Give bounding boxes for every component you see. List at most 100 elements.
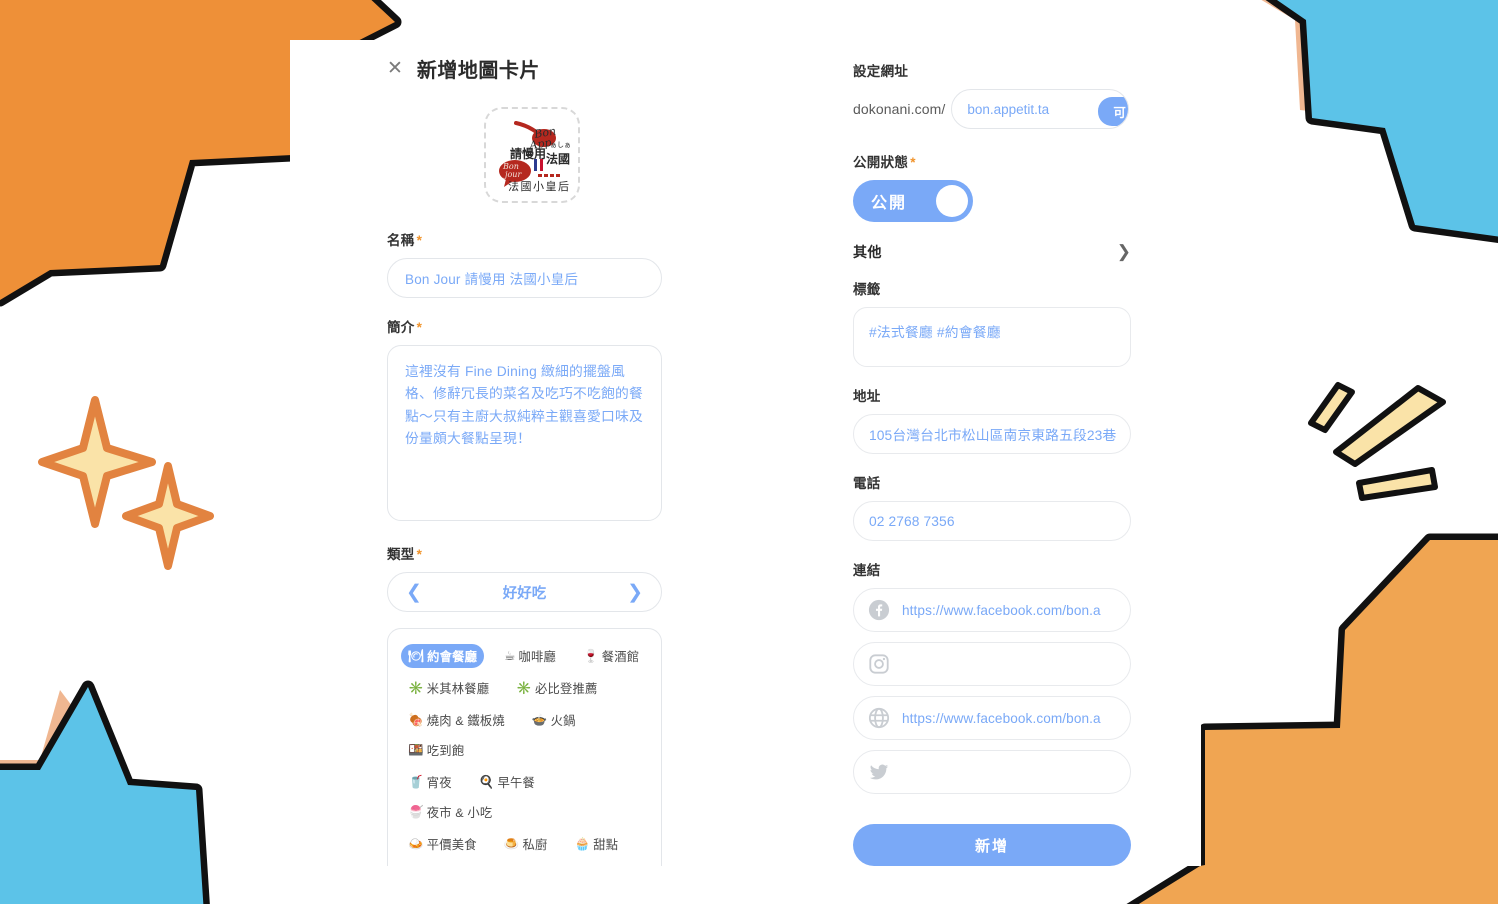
tag-emoji-icon: 🥤 [408,774,424,789]
tag-chip-必比登推薦[interactable]: ✳️ 必比登推薦 [509,676,604,700]
type-label-text: 類型 [387,547,415,562]
tag-chip-米其林餐廳[interactable]: ✳️ 米其林餐廳 [401,676,496,700]
url-prefix: dokonani.com/ [853,101,946,117]
tag-emoji-icon: ☕ [504,648,516,663]
tag-chip-手搖飲[interactable]: 🥤手搖飲 [401,864,471,866]
intro-label-text: 簡介 [387,320,415,335]
tag-chip-label: 約會餐廳 [427,650,478,664]
tag-emoji-icon: 🍮 [503,836,520,851]
toggle-knob [936,185,968,217]
tag-emoji-icon: 🧁 [574,836,591,851]
intro-textarea[interactable]: 這裡沒有 Fine Dining 緻細的擺盤風格、修辭冗長的菜名及吃巧不吃飽的餐… [387,345,662,521]
twitter-icon [868,761,890,783]
chevron-left-icon[interactable]: ❮ [406,583,422,602]
tag-row: 🥤 宵夜 🍳 早午餐 🍧 夜市 & 小吃 [401,766,648,828]
website-link-value: https://www.facebook.com/bon.a [902,710,1101,726]
tag-emoji-icon: 🍳 [478,774,495,789]
tag-row: 🍽 約會餐廳 ☕ 咖啡廳 🍷 餐酒館 [401,640,648,672]
svg-text:法國小皇后: 法國小皇后 [508,179,571,193]
tag-emoji-icon: ✳️ [408,680,424,695]
intro-textarea-value: 這裡沒有 Fine Dining 緻細的擺盤風格、修辭冗長的菜名及吃巧不吃飽的餐… [405,364,643,447]
svg-text:法國: 法國 [546,151,570,166]
tag-chip-平價美食[interactable]: 🍛 平價美食 [401,832,484,856]
chevron-right-icon[interactable]: ❯ [1117,242,1131,262]
tag-emoji-icon: 🍱 [408,742,424,757]
tag-chip-吃到飽[interactable]: 🍱 吃到飽 [401,738,471,762]
intro-field-label: 簡介 * [387,316,677,336]
type-stepper[interactable]: ❮ 好好吃 ❯ [387,572,662,612]
url-slug-input[interactable]: bon.appetit.ta 可用 [951,89,1130,129]
tag-chip-宵夜[interactable]: 🥤 宵夜 [401,770,459,794]
svg-text:jour: jour [503,170,522,179]
dialog-left-column: ✕ 新增地圖卡片 Bon App ぁしぁ 請慢用 法國 Bon jour 法國小… [387,40,677,866]
tag-chip-甜點[interactable]: 🧁 甜點 [568,832,626,856]
visibility-toggle[interactable]: 公開 [853,180,973,222]
tag-groups: 🍽 約會餐廳 ☕ 咖啡廳 🍷 餐酒館 ✳️ 米其林餐廳 ✳️ 必比登推薦 🍖 燒肉 & 鐵板燒 🍲 火鍋 🍱… [401,640,648,866]
name-label-text: 名稱 [387,233,415,248]
visibility-field-label: 公開狀態 * [853,151,1148,171]
tag-chip-餐酒館[interactable]: 🍷 餐酒館 [576,644,646,668]
other-section-label: 其他 [853,244,882,260]
tag-chip-label: 甜點 [593,838,619,852]
instagram-icon [868,653,890,675]
tag-chip-label: 吃到飽 [426,744,465,758]
tag-emoji-icon: 🍽 [408,648,425,663]
url-field-label: 設定網址 [853,64,909,79]
tag-chip-早午餐[interactable]: 🍳 早午餐 [472,770,542,794]
dialog-header: ✕ 新增地圖卡片 [387,54,677,83]
submit-button[interactable]: 新增 [853,824,1131,866]
tag-chip-label: 必比登推薦 [535,682,598,696]
tag-row: 🍛 平價美食 🍮 私廚 🧁 甜點 [401,828,648,860]
instagram-link-input[interactable] [853,642,1131,686]
phone-field-label: 電話 [853,476,881,491]
sparkle-large-icon [38,396,156,528]
address-field-label: 地址 [853,389,881,404]
globe-icon [868,707,890,729]
name-input[interactable]: Bon Jour 請慢用 法國小皇后 [387,258,662,298]
tags-field-label: 標籤 [853,282,881,297]
phone-value: 02 2768 7356 [869,513,955,529]
tag-chip-約會餐廳[interactable]: 🍽 約會餐廳 [401,644,485,668]
url-available-badge: 可用 [1098,97,1129,126]
tag-row: 🍖 燒肉 & 鐵板燒 🍲 火鍋 🍱 吃到飽 [401,704,648,766]
close-icon[interactable]: ✕ [387,59,403,78]
tag-chip-咖啡廳[interactable]: ☕ 咖啡廳 [497,644,563,668]
motion-dash-1 [1308,382,1355,433]
tag-chip-火鍋[interactable]: 🍲 火鍋 [525,708,583,732]
tag-emoji-icon: 🍧 [408,804,424,819]
dialog-title: 新增地圖卡片 [416,60,540,82]
svg-text:ぁしぁ: ぁしぁ [550,141,571,149]
tag-chip-夜市 & 小吃[interactable]: 🍧 夜市 & 小吃 [401,800,499,824]
type-field-label: 類型 * [387,543,677,563]
deco-blue-top-right-fill [1277,0,1498,237]
twitter-link-input[interactable] [853,750,1131,794]
tag-chip-label: 私廚 [522,838,548,852]
visibility-toggle-label: 公開 [871,195,908,212]
tag-chip-私廚[interactable]: 🍮 私廚 [497,832,555,856]
name-required-mark: * [416,233,423,248]
tag-chip-燒肉 & 鐵板燒[interactable]: 🍖 燒肉 & 鐵板燒 [401,708,512,732]
card-logo-upload[interactable]: Bon App ぁしぁ 請慢用 法國 Bon jour 法國小皇后 [484,107,580,203]
tag-chip-label: 米其林餐廳 [426,682,490,696]
tag-chip-label: 餐酒館 [601,650,640,664]
intro-required-mark: * [416,320,423,335]
visibility-label-text: 公開狀態 [853,155,909,170]
tags-textarea[interactable]: #法式餐廳 #約會餐廳 [853,307,1131,367]
tag-emoji-icon: 🍖 [408,712,424,727]
tag-chip-label: 宵夜 [426,776,452,790]
chevron-right-icon[interactable]: ❯ [627,583,643,602]
address-input[interactable]: 105台灣台北市松山區南京東路五段23巷 [853,414,1131,454]
tag-chip-label: 早午餐 [497,776,536,790]
other-section-row[interactable]: 其他 ❯ [853,242,1131,262]
svg-text:請慢用: 請慢用 [510,146,546,161]
phone-input[interactable]: 02 2768 7356 [853,501,1131,541]
facebook-link-input[interactable]: https://www.facebook.com/bon.a [853,588,1131,632]
tag-chip-剉冰 & 冰淇淋[interactable]: 🍡剉冰 & 冰淇淋 [484,864,595,866]
tag-chip-label: 咖啡廳 [518,650,556,664]
tag-chip-label: 夜市 & 小吃 [426,806,493,820]
motion-dash-2 [1333,385,1446,467]
website-link-input[interactable]: https://www.facebook.com/bon.a [853,696,1131,740]
dialog-right-column: 設定網址 dokonani.com/ bon.appetit.ta 可用 公開狀… [853,40,1148,866]
facebook-link-value: https://www.facebook.com/bon.a [902,602,1101,618]
screen-root: ✕ 新增地圖卡片 Bon App ぁしぁ 請慢用 法國 Bon jour 法國小… [0,0,1498,904]
